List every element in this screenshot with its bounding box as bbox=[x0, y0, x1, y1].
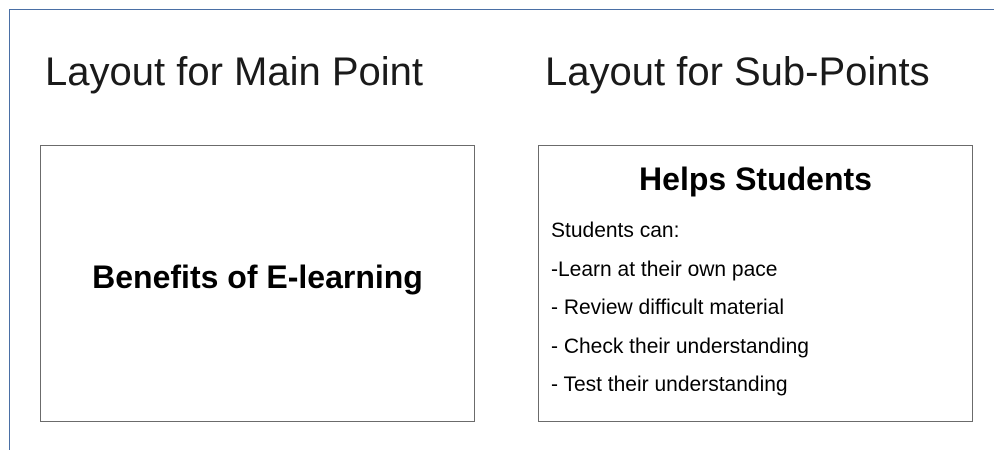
main-point-layout-title: Layout for Main Point bbox=[45, 50, 423, 94]
main-point-slide-box: Benefits of E-learning bbox=[40, 145, 475, 422]
list-item: -Learn at their own pace bbox=[551, 257, 778, 281]
sub-points-slide-box: Helps Students Students can: -Learn at t… bbox=[538, 145, 973, 422]
sub-point-heading: Helps Students bbox=[639, 161, 872, 197]
list-item: - Test their understanding bbox=[551, 373, 788, 396]
sub-points-layout-title: Layout for Sub-Points bbox=[545, 50, 930, 94]
list-item: Students can: bbox=[551, 219, 680, 242]
list-item: - Check their understanding bbox=[551, 334, 809, 358]
main-point-text: Benefits of E-learning bbox=[92, 259, 423, 295]
list-item: - Review difficult material bbox=[551, 296, 785, 319]
sub-point-list: Students can: -Learn at their own pace -… bbox=[551, 212, 809, 405]
